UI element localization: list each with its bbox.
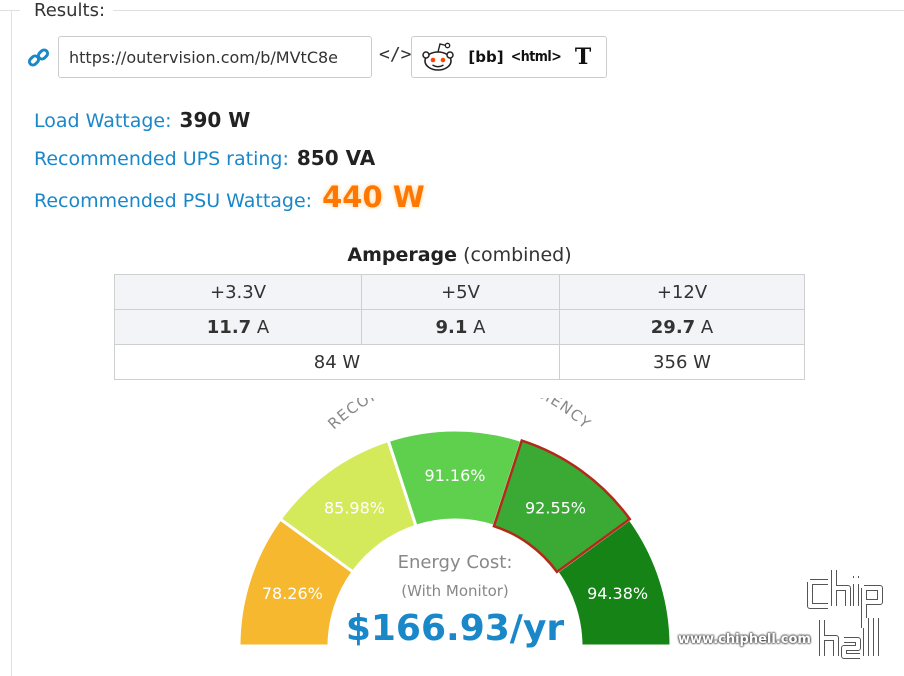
rail-12v-amps: 29.7 A: [559, 309, 805, 345]
gauge-segment-label: 91.16%: [424, 466, 485, 485]
share-url-input[interactable]: [58, 36, 372, 78]
energy-cost-label: Energy Cost:: [398, 552, 513, 573]
bbcode-button[interactable]: [bb]: [464, 37, 508, 77]
energy-cost-sublabel: (With Monitor): [401, 582, 509, 600]
fieldset-border: [0, 10, 20, 11]
efficiency-gauge: RECOMMENDED PSU EFFICIENCY 78.26% 85.98% 9…: [237, 398, 673, 649]
chiphell-logo: [807, 570, 883, 659]
gauge-segment-label: 78.26%: [262, 584, 323, 603]
embed-code-icon[interactable]: </>: [379, 44, 412, 65]
amperage-title: Amperage (combined): [114, 244, 805, 266]
gauge-segment-label: 92.55%: [525, 499, 586, 518]
amps-value: 11.7: [206, 316, 252, 338]
gauge-segment-label: 94.38%: [587, 584, 648, 603]
gauge-title: RECOMMENDED PSU EFFICIENCY: [324, 398, 594, 433]
ups-rating-value: 850 VA: [296, 146, 376, 170]
psu-wattage-value: 440 W: [322, 180, 425, 214]
results-legend: Results:: [32, 0, 108, 22]
load-wattage-label: Load Wattage:: [34, 110, 172, 132]
rail-3v3-amps: 11.7 A: [114, 309, 362, 345]
fieldset-border: [113, 10, 904, 11]
energy-cost-value: $166.93/yr: [346, 608, 565, 649]
reddit-share-button[interactable]: [416, 37, 460, 77]
html-embed-button[interactable]: <html>: [510, 37, 562, 77]
amps-unit: A: [695, 316, 714, 338]
psu-wattage-row: Recommended PSU Wattage: 440 W: [34, 180, 425, 214]
amps-value: 29.7: [650, 316, 696, 338]
link-icon[interactable]: [27, 46, 51, 70]
text-copy-button[interactable]: T: [564, 37, 602, 77]
rail-5v-amps: 9.1 A: [361, 309, 560, 345]
amps-unit: A: [251, 316, 270, 338]
fieldset-border: [11, 10, 12, 676]
low-rails-watts: 84 W: [114, 344, 560, 380]
load-wattage-value: 390 W: [179, 108, 251, 132]
rail-12v-watts: 356 W: [559, 344, 805, 380]
share-button-group: [bb] <html> T: [411, 36, 607, 78]
load-wattage-row: Load Wattage: 390 W: [34, 108, 250, 132]
gauge-segment-label: 85.98%: [324, 499, 385, 518]
rail-12v-header: +12V: [559, 274, 805, 310]
reddit-icon: [422, 42, 454, 71]
ups-rating-label: Recommended UPS rating:: [34, 148, 289, 170]
psu-wattage-label: Recommended PSU Wattage:: [34, 190, 313, 212]
amperage-table: +3.3V +5V +12V 11.7 A 9.1 A 29.7 A 84 W …: [114, 274, 805, 380]
rail-5v-header: +5V: [361, 274, 560, 310]
amps-unit: A: [467, 316, 486, 338]
watermark-text: www.chiphell.com: [678, 632, 811, 647]
rail-3v3-header: +3.3V: [114, 274, 362, 310]
amperage-title-note: (combined): [457, 244, 572, 266]
amperage-title-bold: Amperage: [347, 244, 458, 266]
amps-value: 9.1: [435, 316, 468, 338]
ups-rating-row: Recommended UPS rating: 850 VA: [34, 146, 375, 170]
